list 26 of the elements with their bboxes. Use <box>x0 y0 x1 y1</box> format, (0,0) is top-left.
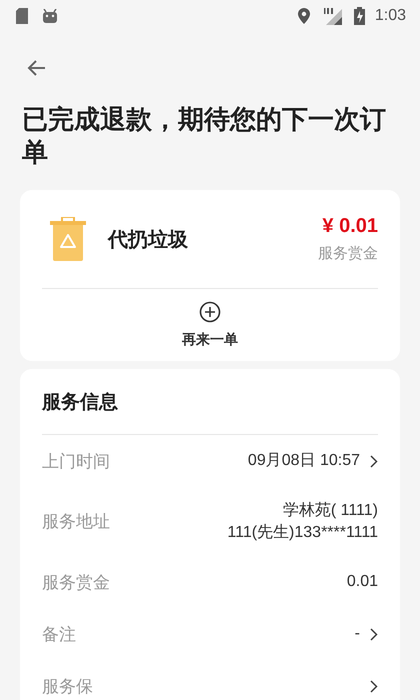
sd-card-icon <box>16 8 28 24</box>
field-label: 备注 <box>42 624 76 646</box>
price: ¥ 0.01 <box>322 215 378 238</box>
chevron-right-icon[interactable] <box>370 628 378 641</box>
field-value: 0.01 <box>346 572 378 592</box>
plus-circle-icon[interactable] <box>199 301 221 324</box>
chevron-right-icon[interactable] <box>370 680 378 693</box>
field-value: - <box>354 624 360 644</box>
clock-time: 1:03 <box>374 7 406 25</box>
field-value: 111(先生)133****1111 <box>227 522 378 543</box>
trash-can-icon <box>50 217 86 262</box>
service-name: 代扔垃圾 <box>108 226 189 253</box>
section-heading: 服务信息 <box>42 390 119 415</box>
reorder-button[interactable]: 再来一单 <box>182 301 238 362</box>
price-label: 服务赏金 <box>318 244 378 264</box>
chevron-right-icon[interactable] <box>370 454 378 468</box>
android-icon <box>42 9 58 23</box>
field-label: 服务赏金 <box>42 572 110 594</box>
field-label: 服务地址 <box>42 511 110 534</box>
field-label: 服务保 <box>42 676 93 698</box>
location-icon <box>298 8 310 24</box>
field-value: 09月08日 10:57 <box>248 451 360 472</box>
page-title: 已完成退款，期待您的下一次订单 <box>22 104 387 170</box>
field-label: 上门时间 <box>42 450 110 473</box>
battery-icon <box>354 7 365 25</box>
field-value: 学林苑( 1111) <box>282 500 378 522</box>
